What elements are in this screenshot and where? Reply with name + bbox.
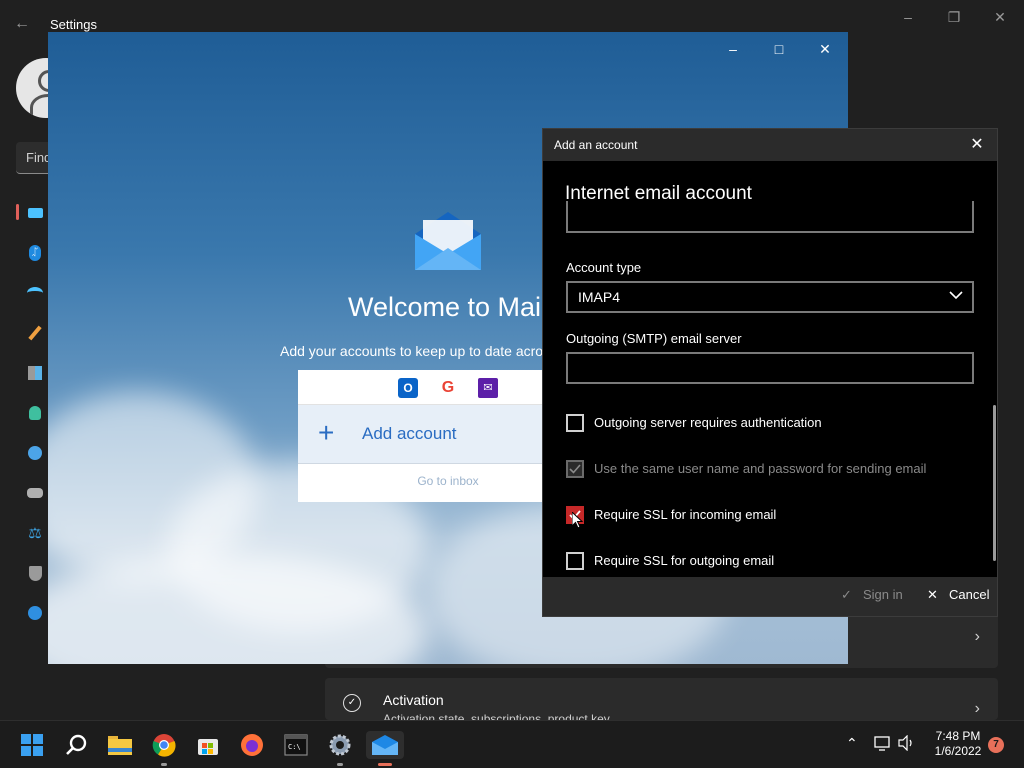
welcome-title: Welcome to Mail (348, 292, 548, 322)
settings-title: Settings (50, 17, 97, 32)
cancel-label: Cancel (949, 587, 990, 602)
same-credentials-label: Use the same user name and password for … (594, 461, 927, 476)
minimize-icon[interactable]: – (710, 38, 756, 60)
mouse-cursor-icon (572, 512, 584, 529)
google-icon: G (441, 379, 455, 396)
add-account-dialog: Add an account ✕ Internet email account … (542, 128, 998, 617)
dialog-footer: ✓ Sign in ✕ Cancel (543, 577, 997, 616)
time-language-icon[interactable] (26, 444, 44, 462)
smtp-server-label: Outgoing (SMTP) email server (566, 331, 742, 346)
file-explorer-icon[interactable] (106, 731, 134, 759)
activation-card[interactable]: ✓ Activation Activation state, subscript… (325, 678, 998, 720)
gaming-icon[interactable] (26, 484, 44, 502)
checkmark-icon: ✓ (841, 587, 852, 602)
network-icon[interactable] (874, 735, 892, 754)
outlook-icon: O (398, 378, 418, 398)
firefox-icon[interactable] (238, 731, 266, 759)
accounts-icon[interactable] (26, 404, 44, 422)
close-icon[interactable]: ✕ (802, 38, 848, 60)
account-type-label: Account type (566, 260, 642, 275)
nav-selection-indicator (16, 204, 19, 220)
taskbar: C:\ ⌃ 7:48 PM 1/6/2022 7 (0, 720, 1024, 768)
clock[interactable]: 7:48 PM 1/6/2022 (928, 729, 988, 759)
privacy-security-icon[interactable] (26, 564, 44, 582)
yahoo-icon: ✉ (478, 378, 498, 398)
ssl-outgoing-label: Require SSL for outgoing email (594, 553, 775, 568)
sign-in-button[interactable]: ✓ Sign in (841, 587, 903, 603)
chevron-right-icon: › (974, 700, 980, 717)
chevron-right-icon: › (974, 628, 980, 645)
running-indicator (337, 763, 343, 766)
ssl-incoming-label: Require SSL for incoming email (594, 507, 777, 522)
ssl-outgoing-checkbox[interactable] (566, 552, 584, 570)
close-icon[interactable]: ✕ (967, 135, 987, 155)
chevron-down-icon (949, 291, 963, 300)
svg-text:C:\: C:\ (288, 743, 301, 751)
mail-icon[interactable] (366, 731, 404, 759)
mail-logo-icon (415, 212, 481, 270)
windows-update-icon[interactable] (26, 604, 44, 622)
close-icon[interactable]: ✕ (977, 6, 1023, 28)
clock-date: 1/6/2022 (934, 744, 982, 758)
cancel-button[interactable]: ✕ Cancel (927, 587, 989, 603)
running-indicator (161, 763, 167, 766)
maximize-icon[interactable]: □ (756, 38, 802, 60)
accessibility-icon[interactable]: ⚖ (26, 524, 44, 542)
close-icon: ✕ (927, 587, 938, 602)
sign-in-label: Sign in (863, 587, 903, 602)
auth-required-label: Outgoing server requires authentication (594, 415, 822, 430)
plus-icon: + (318, 417, 335, 448)
chrome-icon[interactable] (150, 731, 178, 759)
auth-required-checkbox[interactable] (566, 414, 584, 432)
incoming-server-field[interactable] (566, 201, 974, 233)
back-arrow-icon[interactable]: ← (14, 14, 34, 34)
personalization-icon[interactable] (26, 324, 44, 342)
same-credentials-checkbox (566, 460, 584, 478)
system-icon[interactable] (26, 204, 44, 222)
network-icon[interactable] (26, 284, 44, 302)
maximize-icon[interactable]: ❐ (931, 6, 977, 28)
dialog-title: Add an account (554, 138, 638, 152)
settings-icon[interactable] (326, 731, 354, 759)
account-type-select[interactable]: IMAP4 (566, 281, 974, 313)
account-type-value: IMAP4 (578, 289, 621, 305)
terminal-icon[interactable]: C:\ (282, 731, 310, 759)
notification-badge[interactable]: 7 (988, 737, 1004, 753)
chevron-up-icon[interactable]: ⌃ (846, 735, 858, 752)
search-icon[interactable] (62, 731, 90, 759)
smtp-server-input[interactable] (566, 352, 974, 384)
active-indicator (378, 763, 392, 766)
windows-start-icon[interactable] (18, 731, 46, 759)
minimize-icon[interactable]: – (885, 6, 931, 28)
clock-time: 7:48 PM (935, 729, 981, 743)
add-account-label: Add account (362, 424, 457, 443)
dialog-titlebar: Add an account ✕ (543, 129, 997, 161)
apps-icon[interactable] (26, 364, 44, 382)
activation-title: Activation (383, 692, 444, 708)
activation-subtitle: Activation state, subscriptions, product… (383, 712, 610, 720)
bluetooth-icon[interactable]: ᛢ (26, 244, 44, 262)
microsoft-store-icon[interactable] (194, 731, 222, 759)
volume-icon[interactable] (898, 734, 916, 754)
dialog-scrollbar[interactable] (993, 405, 996, 561)
check-circle-icon: ✓ (343, 694, 361, 712)
